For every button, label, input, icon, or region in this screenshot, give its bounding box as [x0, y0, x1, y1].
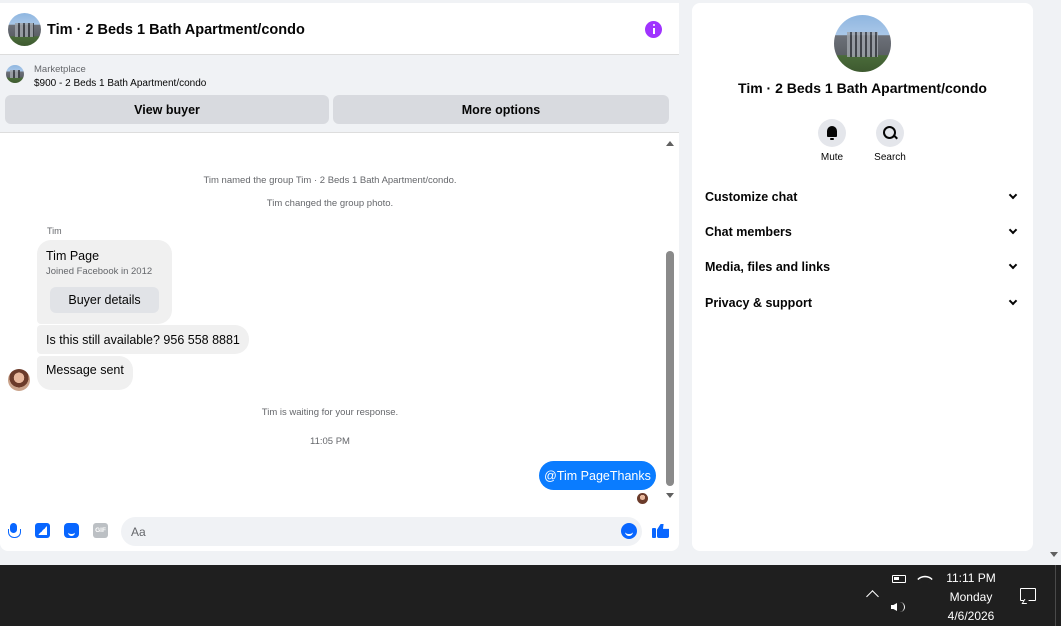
chat-panel: Tim · 2 Beds 1 Bath Apartment/condo Mark…: [0, 3, 679, 551]
message-input-placeholder: Aa: [131, 525, 146, 539]
mute-button[interactable]: Mute: [802, 119, 862, 163]
section-label: Media, files and links: [705, 260, 831, 274]
profile-card-name: Tim Page: [46, 249, 100, 263]
system-message: Tim named the group Tim · 2 Beds 1 Bath …: [203, 175, 457, 186]
incoming-message[interactable]: Is this still available? 956 558 8881: [37, 325, 249, 354]
composer: GIF Aa: [0, 511, 679, 551]
message-list[interactable]: Tim named the group Tim · 2 Beds 1 Bath …: [0, 133, 679, 508]
chat-title[interactable]: Tim · 2 Beds 1 Bath Apartment/condo: [47, 22, 305, 38]
section-media-files-links[interactable]: Media, files and links: [692, 250, 1033, 284]
scroll-down-arrow-icon[interactable]: [666, 493, 674, 498]
system-message: Tim changed the group photo.: [266, 198, 394, 209]
thumbs-up-icon[interactable]: [652, 522, 669, 539]
wifi-icon[interactable]: [917, 571, 933, 587]
message-timestamp: 11:05 PM: [310, 436, 350, 447]
search-label: Search: [874, 152, 906, 163]
info-icon[interactable]: [645, 21, 662, 38]
chevron-down-icon: [1008, 260, 1018, 270]
emoji-icon[interactable]: [621, 523, 637, 539]
section-chat-members[interactable]: Chat members: [692, 215, 1033, 249]
section-customize-chat[interactable]: Customize chat: [692, 180, 1033, 214]
clock-day: Monday: [949, 590, 993, 604]
scroll-up-arrow-icon[interactable]: [666, 141, 674, 146]
scrollbar-thumb[interactable]: [666, 251, 674, 486]
view-buyer-button[interactable]: View buyer: [5, 95, 329, 124]
sticker-icon[interactable]: [64, 523, 79, 538]
chevron-up-icon[interactable]: [866, 590, 879, 603]
photo-icon[interactable]: [35, 523, 50, 538]
section-label: Customize chat: [705, 190, 798, 204]
sender-avatar[interactable]: [8, 369, 30, 391]
clock-date: 4/6/2026: [947, 609, 995, 623]
bell-icon[interactable]: [818, 119, 846, 147]
clock-time: 11:11 PM: [946, 571, 996, 585]
outgoing-message[interactable]: @Tim PageThanks: [539, 461, 656, 490]
section-privacy-support[interactable]: Privacy & support: [692, 286, 1033, 320]
profile-card: Tim Page Joined Facebook in 2012 Buyer d…: [37, 240, 172, 324]
message-scrollbar[interactable]: [663, 139, 677, 499]
marketplace-label: Marketplace: [34, 64, 86, 75]
message-input[interactable]: Aa: [121, 517, 642, 546]
listing-thumbnail[interactable]: [6, 65, 24, 83]
chevron-down-icon: [1008, 296, 1018, 306]
section-label: Privacy & support: [705, 296, 812, 310]
page-scroll-down-arrow-icon[interactable]: [1050, 552, 1058, 557]
chevron-down-icon: [1008, 225, 1018, 235]
section-label: Chat members: [705, 225, 792, 239]
group-avatar[interactable]: [8, 13, 41, 46]
taskbar: 11:11 PM Monday 4/6/2026: [0, 565, 1061, 626]
system-message: Tim is waiting for your response.: [261, 407, 399, 418]
microphone-icon[interactable]: [6, 523, 21, 538]
chevron-down-icon: [1008, 190, 1018, 200]
listing-title[interactable]: $900 - 2 Beds 1 Bath Apartment/condo: [34, 78, 206, 89]
search-button[interactable]: Search: [860, 119, 920, 163]
chat-header: Tim · 2 Beds 1 Bath Apartment/condo: [0, 3, 679, 55]
speaker-waves-icon: [899, 602, 905, 612]
chat-info-panel: Tim · 2 Beds 1 Bath Apartment/condo Mute…: [692, 3, 1033, 551]
battery-icon[interactable]: [892, 575, 906, 583]
search-icon[interactable]: [876, 119, 904, 147]
more-options-button[interactable]: More options: [333, 95, 669, 124]
buyer-details-button[interactable]: Buyer details: [50, 287, 159, 313]
marketplace-bar: Marketplace $900 - 2 Beds 1 Bath Apartme…: [0, 55, 679, 133]
group-avatar-large[interactable]: [834, 15, 891, 72]
notifications-icon[interactable]: [1020, 588, 1036, 601]
speaker-icon[interactable]: [891, 603, 897, 611]
gif-icon[interactable]: GIF: [93, 523, 108, 538]
seen-receipt-avatar: [637, 493, 648, 504]
sender-name: Tim: [47, 226, 62, 236]
profile-card-subtitle: Joined Facebook in 2012: [46, 266, 153, 277]
info-panel-title: Tim · 2 Beds 1 Bath Apartment/condo: [738, 80, 987, 96]
incoming-message[interactable]: Message sent: [37, 356, 133, 390]
show-desktop-divider[interactable]: [1055, 565, 1056, 626]
clock[interactable]: 11:11 PM Monday 4/6/2026: [936, 569, 1006, 626]
mute-label: Mute: [820, 152, 844, 163]
